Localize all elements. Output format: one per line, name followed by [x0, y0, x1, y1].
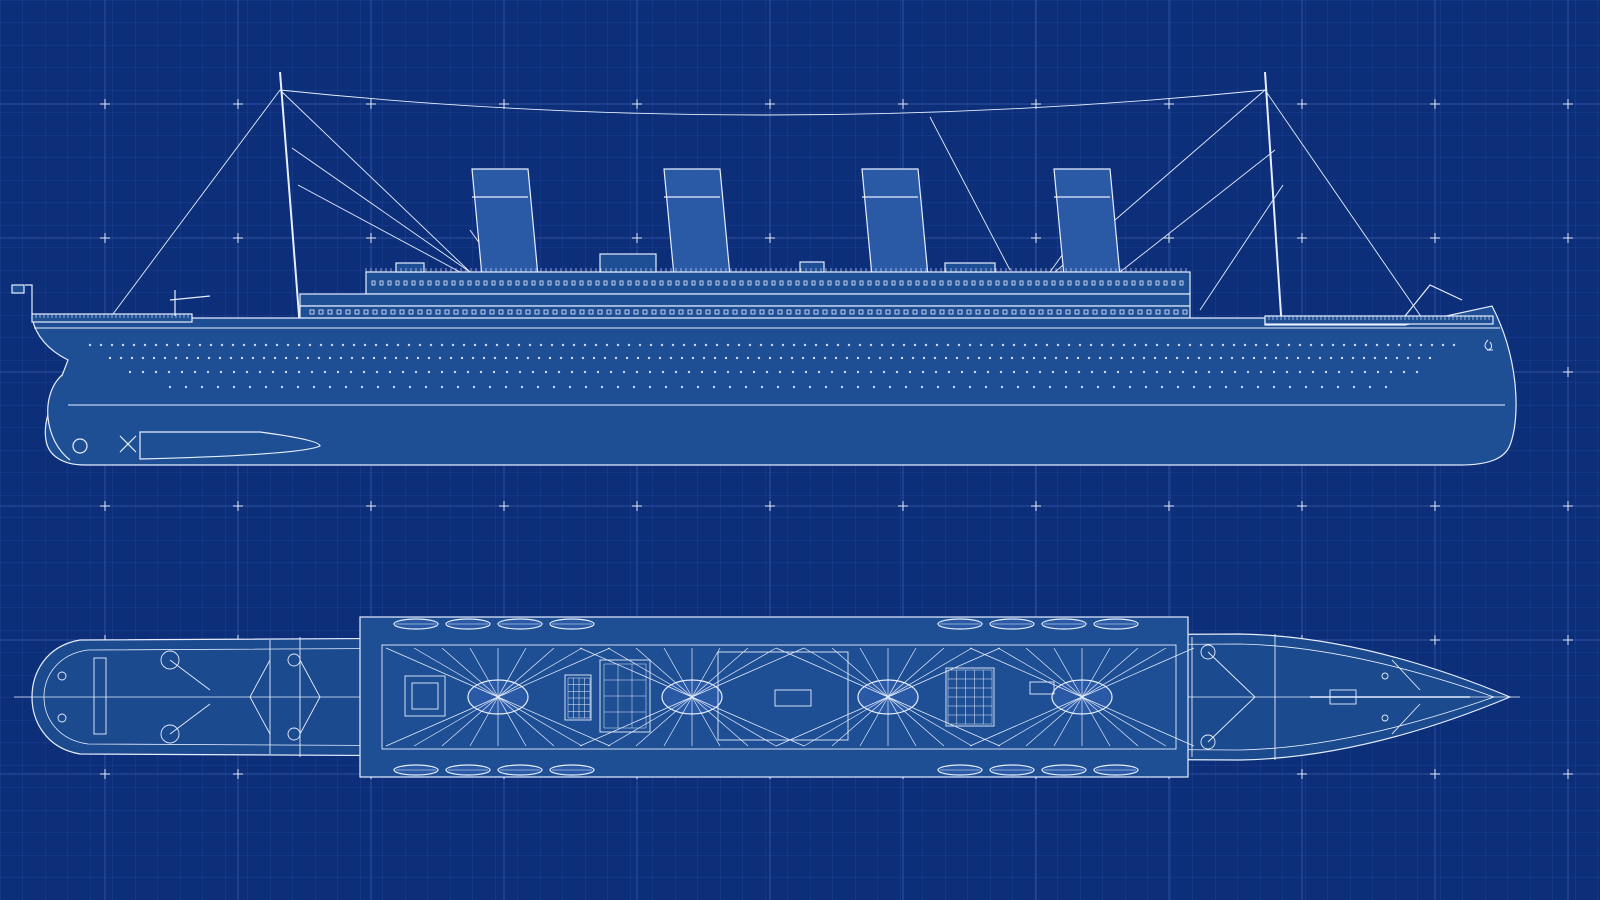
- funnel-4: [1053, 168, 1121, 277]
- funnel-2: [663, 168, 731, 277]
- hull: [31, 305, 1517, 466]
- funnel-3: [861, 168, 929, 277]
- blueprint-drawing: [0, 0, 1600, 900]
- plan-view: [14, 616, 1520, 778]
- funnel-1: [471, 168, 539, 277]
